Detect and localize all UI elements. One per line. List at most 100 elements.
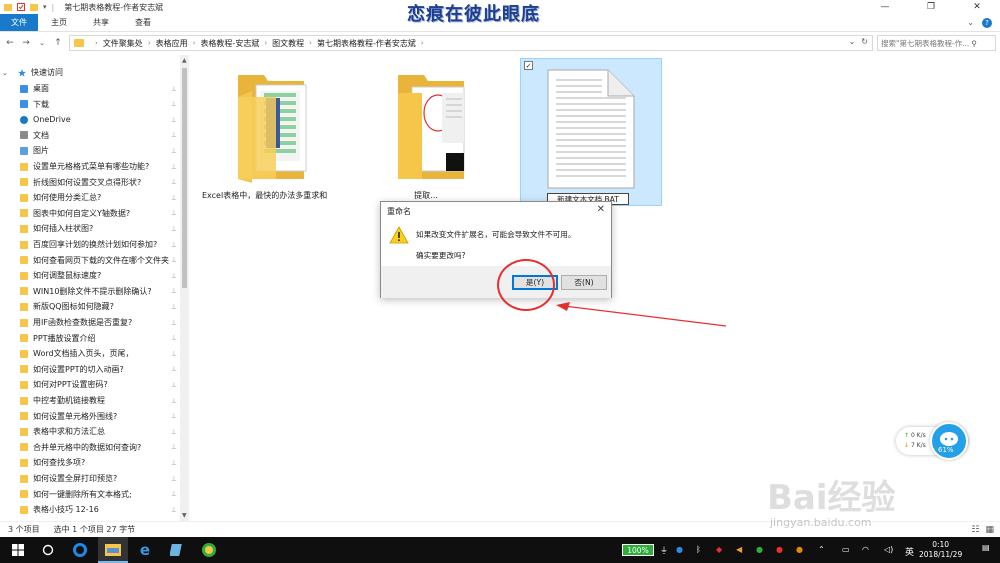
pin-icon[interactable]: ⊥ — [171, 303, 177, 311]
pin-icon[interactable]: ⊥ — [171, 100, 177, 108]
bluetooth-icon[interactable]: ᛒ — [696, 545, 701, 554]
sidebar-item[interactable]: PPT播放设置介绍 ⊥ — [0, 331, 180, 346]
forward-arrow-icon[interactable]: → — [20, 38, 32, 48]
sidebar-item[interactable]: 百度回享计划的换然计划如何参加? ⊥ — [0, 237, 180, 252]
pin-icon[interactable]: ⊥ — [171, 443, 177, 451]
sidebar-item[interactable]: 合并单元格中的数据如何查询? ⊥ — [0, 440, 180, 455]
sidebar-item[interactable]: 图片 ⊥ — [0, 143, 180, 158]
pin-icon[interactable]: ⊥ — [171, 241, 177, 249]
sidebar-item[interactable]: WIN10删除文件不提示删除确认? ⊥ — [0, 284, 180, 299]
search-input[interactable]: 搜索"第七期表格教程-作... ⚲ — [877, 35, 996, 51]
help-icon[interactable]: ? — [982, 17, 992, 28]
pin-icon[interactable]: ⊥ — [171, 365, 177, 373]
pin-icon[interactable]: ⊥ — [171, 225, 177, 233]
details-view-icon[interactable]: ☷ — [971, 525, 979, 535]
properties-icon[interactable] — [17, 3, 25, 11]
sidebar-item[interactable]: 表格中求和方法汇总 ⊥ — [0, 424, 180, 439]
pin-icon[interactable]: ⊥ — [171, 85, 177, 93]
volume-icon[interactable]: ◁) — [884, 545, 893, 554]
pin-icon[interactable]: ⊥ — [171, 116, 177, 124]
sidebar-item[interactable]: Word文档插入页头，页尾， ⊥ — [0, 346, 180, 361]
address-bar[interactable]: › 文件聚集处 › 表格应用 › 表格教程-安志斌 › 图文教程 › 第七期表格教程-作… — [69, 35, 873, 51]
pin-icon[interactable]: ⊥ — [171, 334, 177, 342]
pin-icon[interactable]: ⊥ — [171, 287, 177, 295]
refresh-icon[interactable]: ↻ — [861, 37, 868, 46]
scroll-down-icon[interactable]: ▼ — [182, 512, 187, 519]
sidebar-item[interactable]: 如何使用分类汇总? ⊥ — [0, 190, 180, 205]
sidebar-item[interactable]: 下载 ⊥ — [0, 97, 180, 112]
sidebar-item[interactable]: 如何对PPT设置密码? ⊥ — [0, 377, 180, 392]
scroll-up-icon[interactable]: ▲ — [182, 57, 187, 64]
pin-icon[interactable]: ⊥ — [171, 475, 177, 483]
sidebar-item[interactable]: 表格小技巧 12-16 ⊥ — [0, 502, 180, 517]
tray-orange-icon[interactable]: ● — [796, 545, 803, 554]
pin-icon[interactable]: ⊥ — [171, 163, 177, 171]
sidebar-item[interactable]: 桌面 ⊥ — [0, 81, 180, 96]
maximize-button[interactable]: ❐ — [908, 0, 954, 14]
clock[interactable]: 0:10 2018/11/29 — [919, 540, 962, 560]
input-method-indicator[interactable]: 英 — [905, 545, 914, 558]
no-button[interactable]: 否(N) — [561, 275, 607, 290]
taskbar-app-edge[interactable]: e — [131, 537, 159, 563]
notifications-icon[interactable]: ▤ — [982, 543, 990, 552]
breadcrumb-item[interactable]: 图文教程 › — [272, 38, 317, 49]
tray-app-icon[interactable]: ● — [676, 545, 683, 554]
pin-icon[interactable]: ⊥ — [171, 256, 177, 264]
tab-share[interactable]: 共享 — [80, 14, 122, 31]
taskbar-app-browser[interactable] — [66, 537, 94, 563]
pin-icon[interactable]: ⊥ — [171, 319, 177, 327]
sound-warning-icon[interactable]: ◀ — [736, 545, 742, 554]
minimize-button[interactable]: — — [862, 0, 908, 14]
pin-icon[interactable]: ⊥ — [171, 194, 177, 202]
sidebar-item[interactable]: 设置单元格格式菜单有哪些功能? ⊥ — [0, 159, 180, 174]
taskbar-app-game[interactable] — [195, 537, 223, 563]
large-icons-view-icon[interactable]: ▦ — [985, 525, 994, 535]
sidebar-item[interactable]: 如何调整鼠标速度? ⊥ — [0, 268, 180, 283]
pin-icon[interactable]: ⊥ — [171, 459, 177, 467]
address-dropdown-icon[interactable]: ⌄ — [849, 37, 856, 46]
qa-dropdown-icon[interactable]: ▾ — [43, 3, 47, 11]
pin-icon[interactable]: ⊥ — [171, 350, 177, 358]
breadcrumb-item[interactable]: 表格应用 › — [156, 38, 201, 49]
battery-indicator[interactable]: 100% — [622, 544, 654, 556]
checkbox-icon[interactable]: ✓ — [524, 61, 533, 70]
sidebar-item[interactable]: 文档 ⊥ — [0, 128, 180, 143]
sidebar-item[interactable]: 如何查看网页下载的文件在哪个文件夹 ⊥ — [0, 253, 180, 268]
file-item[interactable]: 提取... — [366, 73, 486, 208]
file-item-selected[interactable]: ✓ 新建文本文档.BAT — [520, 58, 662, 206]
pin-icon[interactable]: ⊥ — [171, 490, 177, 498]
sidebar-item[interactable]: 如何一键删除所有文本格式; ⊥ — [0, 487, 180, 502]
sidebar-item[interactable]: 如何查找多项? ⊥ — [0, 455, 180, 470]
plug-icon[interactable]: ⏚ — [660, 545, 668, 556]
sidebar-item[interactable]: 如何插入柱状图? ⊥ — [0, 221, 180, 236]
pin-icon[interactable]: ⊥ — [171, 381, 177, 389]
pin-icon[interactable]: ⊥ — [171, 428, 177, 436]
wifi-icon[interactable]: ◠ — [862, 545, 869, 554]
taskbar-app-tablet[interactable] — [163, 537, 191, 563]
sidebar-item[interactable]: 中控考勤机链接教程 ⊥ — [0, 393, 180, 408]
breadcrumb-item[interactable]: 第七期表格教程-作者安志斌 › — [317, 38, 429, 49]
sidebar-item[interactable]: 图表中如何自定义Y轴数据? ⊥ — [0, 206, 180, 221]
back-arrow-icon[interactable]: ← — [4, 38, 16, 48]
tray-green-icon[interactable]: ● — [756, 545, 763, 554]
dialog-close-icon[interactable]: ✕ — [597, 204, 605, 215]
sidebar-scroll-thumb[interactable] — [182, 68, 187, 288]
start-button[interactable] — [0, 537, 36, 563]
sidebar-item[interactable]: OneDrive ⊥ — [0, 112, 180, 127]
close-button[interactable]: ✕ — [954, 0, 1000, 14]
accelerator-bubble-icon[interactable] — [930, 422, 968, 460]
tray-red-icon[interactable]: ● — [776, 545, 783, 554]
tab-file[interactable]: 文件 — [0, 14, 38, 31]
sidebar-item[interactable]: 如何设置全屏打印预览? ⊥ — [0, 471, 180, 486]
new-folder-icon[interactable] — [30, 3, 38, 11]
up-arrow-icon[interactable]: ↑ — [52, 38, 64, 48]
taskbar-app-file-explorer[interactable] — [98, 537, 128, 563]
sidebar-item[interactable]: 如何设置PPT的切入动画? ⊥ — [0, 362, 180, 377]
pin-icon[interactable]: ⊥ — [171, 147, 177, 155]
pin-icon[interactable]: ⊥ — [171, 506, 177, 514]
search-icon[interactable]: ⚲ — [971, 39, 977, 48]
sidebar-quick-access[interactable]: ⌄ 快速访问 — [0, 65, 180, 80]
breadcrumb-item[interactable]: 文件聚集处 › — [103, 38, 156, 49]
display-icon[interactable]: ▭ — [842, 545, 850, 554]
recent-locations-icon[interactable]: ⌄ — [36, 39, 48, 47]
